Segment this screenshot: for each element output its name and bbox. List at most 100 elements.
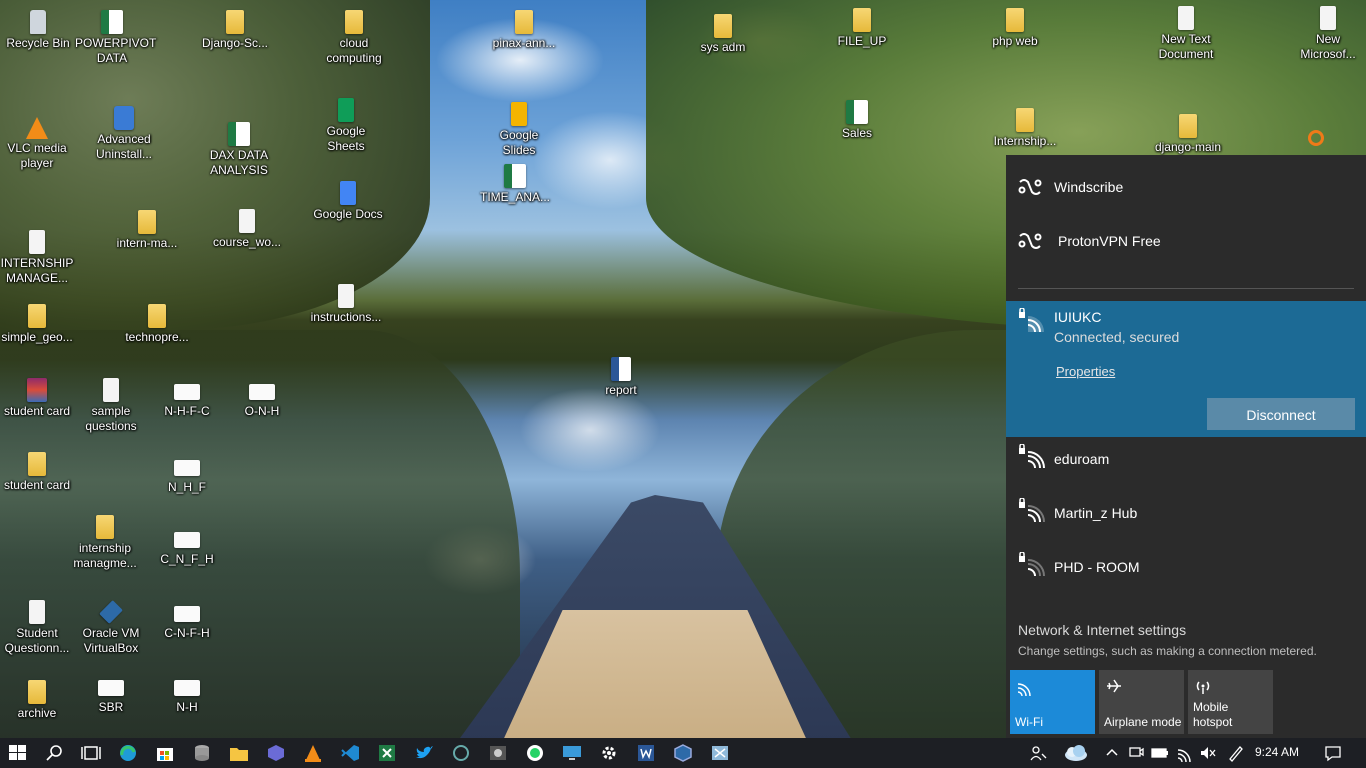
- network-row-phd-room[interactable]: PHD - ROOM: [1006, 548, 1366, 602]
- desktop-icon-n-h[interactable]: N-H: [150, 676, 224, 715]
- chatgpt-icon[interactable]: [450, 743, 472, 763]
- word-file-icon: [611, 357, 631, 381]
- store-icon[interactable]: [154, 743, 176, 763]
- divider: [1018, 288, 1354, 289]
- desktop-icon-google-sheets[interactable]: Google Sheets: [309, 98, 383, 154]
- remote-desktop-icon[interactable]: [561, 743, 583, 763]
- wifi-icon[interactable]: [1176, 744, 1194, 763]
- desktop-icon-archive[interactable]: archive: [0, 680, 74, 721]
- file-explorer-icon[interactable]: [228, 743, 250, 763]
- wifi-secured-icon: [1019, 444, 1045, 469]
- desktop-icon-student-questionnaire[interactable]: Student Questionn...: [0, 600, 74, 656]
- desktop-icon-dax[interactable]: DAX DATA ANALYSIS: [202, 122, 276, 178]
- desktop-icon-time-ana[interactable]: TIME_ANA...: [478, 164, 552, 205]
- quick-action-label: Wi-Fi: [1015, 715, 1043, 729]
- properties-link[interactable]: Properties: [1056, 364, 1115, 379]
- folder-icon: [148, 304, 166, 328]
- virtualbox-icon[interactable]: [672, 743, 694, 763]
- recycle-bin-icon: [30, 10, 46, 34]
- desktop-icon-n-h-f[interactable]: N_H_F: [150, 456, 224, 495]
- image-file-icon: [174, 532, 200, 548]
- desktop-icon-technopre[interactable]: technopre...: [120, 304, 194, 345]
- notifications-icon[interactable]: [1324, 744, 1342, 762]
- excel-file-icon: [228, 122, 250, 146]
- desktop-icon-n-h-f-c[interactable]: N-H-F-C: [150, 380, 224, 419]
- winrar-icon: [27, 378, 47, 402]
- settings-icon[interactable]: [598, 743, 620, 763]
- desktop-icon-vlc[interactable]: VLC media player: [0, 117, 74, 171]
- battery-icon[interactable]: [1151, 744, 1169, 762]
- desktop-icon-report[interactable]: report: [584, 357, 658, 398]
- vpn-name: Windscribe: [1054, 179, 1124, 195]
- desktop-icon-sys-adm[interactable]: sys adm: [686, 14, 760, 55]
- desktop-icon-google-slides[interactable]: Google Slides: [482, 102, 556, 158]
- google-slides-icon: [511, 102, 527, 126]
- desktop-icon-sbr[interactable]: SBR: [74, 676, 148, 715]
- quick-action-airplane[interactable]: Airplane mode: [1099, 670, 1184, 734]
- desktop-icon-advanced-uninstaller[interactable]: Advanced Uninstall...: [87, 106, 161, 162]
- disconnect-button[interactable]: Disconnect: [1207, 398, 1355, 430]
- folder-icon: [515, 10, 533, 34]
- windows-start-icon[interactable]: [7, 743, 29, 763]
- excel-icon[interactable]: [376, 743, 398, 763]
- desktop-icon-c-n-f-h[interactable]: C-N-F-H: [150, 602, 224, 641]
- vpn-protonvpn[interactable]: ProtonVPN Free: [1006, 222, 1366, 262]
- network-row-eduroam[interactable]: eduroam: [1006, 440, 1366, 494]
- desktop-icon-sample-questions[interactable]: sample questions: [74, 378, 148, 434]
- vlc-icon[interactable]: [302, 743, 324, 763]
- desktop-icon-file-up[interactable]: FILE_UP: [825, 8, 899, 49]
- desktop-icon-new-microsoft[interactable]: New Microsof...: [1291, 6, 1365, 62]
- twitter-icon[interactable]: [413, 743, 435, 763]
- desktop-icon-instructions[interactable]: instructions...: [309, 284, 383, 325]
- desktop-icon-o-n-h[interactable]: O-N-H: [225, 380, 299, 419]
- folder-icon: [714, 14, 732, 38]
- quick-action-hotspot[interactable]: Mobile hotspot: [1188, 670, 1273, 734]
- desktop-icon-cloud-computing[interactable]: cloud computing: [317, 10, 391, 66]
- desktop-icon-powerpivot[interactable]: POWERPIVOT DATA: [75, 10, 156, 66]
- desktop-icon-django-main[interactable]: django-main: [1151, 114, 1225, 155]
- desktop-icon-virtualbox[interactable]: Oracle VM VirtualBox: [74, 600, 148, 656]
- desktop-icon-django-sc[interactable]: Django-Sc...: [198, 10, 272, 51]
- weather-cloud-icon[interactable]: [1062, 744, 1088, 762]
- desktop-icon-intern-ma[interactable]: intern-ma...: [110, 210, 184, 251]
- snipping-tool-icon[interactable]: [709, 743, 731, 763]
- desktop-icon-simple-geo[interactable]: simple_geo...: [0, 304, 74, 345]
- vscode-icon[interactable]: [339, 743, 361, 763]
- desktop-icon-pinax[interactable]: pinax-ann...: [487, 10, 561, 51]
- taskbar-clock[interactable]: 9:24 AM: [1255, 745, 1299, 759]
- desktop-icon-course-wo[interactable]: course_wo...: [210, 209, 284, 250]
- word-icon[interactable]: [635, 743, 657, 763]
- database-icon[interactable]: [191, 743, 213, 763]
- orange-ring-icon[interactable]: [1308, 130, 1324, 146]
- media-icon[interactable]: [487, 743, 509, 763]
- desktop-icon-student-card-folder[interactable]: student card: [0, 452, 74, 493]
- network-row-martin-z-hub[interactable]: Martin_z Hub: [1006, 494, 1366, 548]
- quick-action-wifi[interactable]: Wi-Fi: [1010, 670, 1095, 734]
- wifi-connected-network[interactable]: IUIUKC Connected, secured Properties Dis…: [1006, 301, 1366, 437]
- app-icon[interactable]: [265, 743, 287, 763]
- desktop-icon-recycle-bin[interactable]: Recycle Bin: [1, 10, 75, 51]
- volume-muted-icon[interactable]: [1199, 744, 1217, 762]
- desktop-icon-new-text-doc[interactable]: New Text Document: [1149, 6, 1223, 62]
- edge-icon[interactable]: [117, 743, 139, 763]
- desktop-icon-c-n-f-h-underscore[interactable]: C_N_F_H: [150, 528, 224, 567]
- desktop-icon-php-web[interactable]: php web: [978, 8, 1052, 49]
- meet-now-icon[interactable]: [1127, 744, 1145, 762]
- people-icon[interactable]: [1029, 744, 1047, 762]
- image-file-icon: [249, 384, 275, 400]
- network-settings-link[interactable]: Network & Internet settings: [1018, 622, 1186, 638]
- desktop-icon-student-card-rar[interactable]: student card: [0, 378, 74, 419]
- desktop-icon-google-docs[interactable]: Google Docs: [311, 181, 385, 222]
- chevron-up-icon[interactable]: [1103, 744, 1121, 762]
- desktop-icon-internship[interactable]: Internship...: [988, 108, 1062, 149]
- folder-icon: [28, 680, 46, 704]
- folder-icon: [853, 8, 871, 32]
- desktop-icon-internship-manage[interactable]: INTERNSHIP MANAGE...: [0, 230, 74, 286]
- whatsapp-icon[interactable]: [524, 743, 546, 763]
- task-view-icon[interactable]: [80, 743, 102, 763]
- vpn-windscribe[interactable]: Windscribe: [1006, 168, 1366, 208]
- pen-workspace-icon[interactable]: [1227, 744, 1245, 762]
- desktop-icon-sales[interactable]: Sales: [820, 100, 894, 141]
- desktop-icon-internship-managme[interactable]: internship managme...: [68, 515, 142, 571]
- search-icon[interactable]: [44, 743, 66, 763]
